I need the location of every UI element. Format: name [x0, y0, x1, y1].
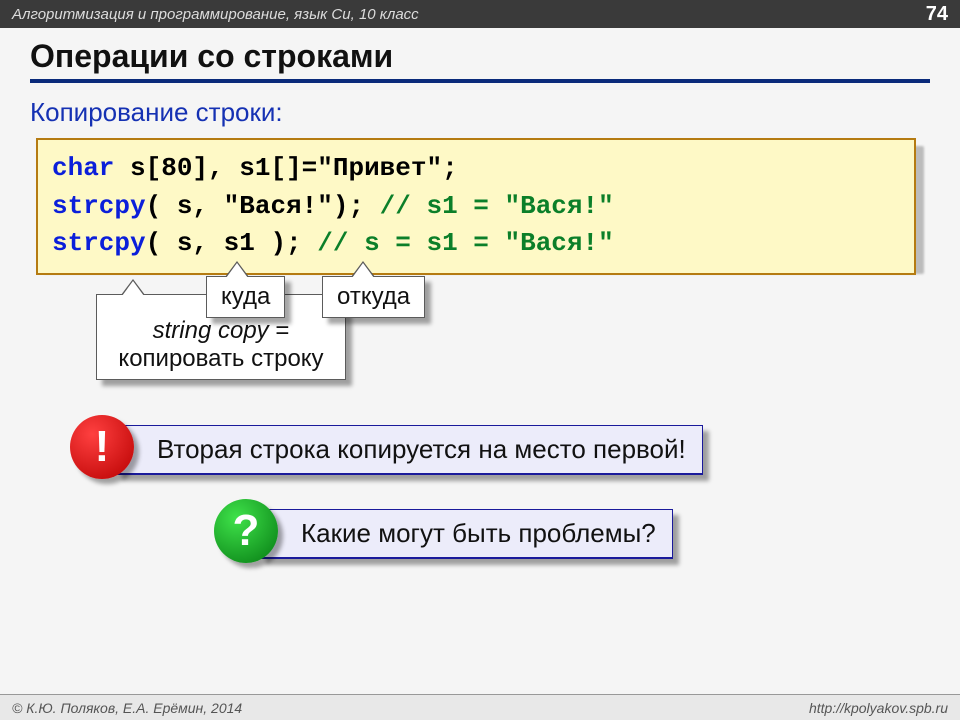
- note-important: ! Вторая строка копируется на место перв…: [76, 425, 930, 475]
- callout-text: откуда: [337, 283, 410, 310]
- slide-title: Операции со строками: [30, 38, 930, 83]
- code-text: s[80], s1[]="Привет";: [114, 153, 457, 183]
- comment: // s1 = "Вася!": [380, 191, 614, 221]
- keyword-char: char: [52, 153, 114, 183]
- footer-bar: © К.Ю. Поляков, Е.А. Ерёмин, 2014 http:/…: [0, 694, 960, 720]
- question-icon: ?: [214, 499, 278, 563]
- callout-dash: =: [269, 317, 290, 344]
- code-block: char s[80], s1[]="Привет"; strcpy( s, "В…: [36, 138, 930, 275]
- code-line-3: strcpy( s, s1 ); // s = s1 = "Вася!": [52, 225, 900, 263]
- code-line-2: strcpy( s, "Вася!"); // s1 = "Вася!": [52, 188, 900, 226]
- fn-strcpy: strcpy: [52, 191, 146, 221]
- copyright: © К.Ю. Поляков, Е.А. Ерёмин, 2014: [12, 700, 242, 716]
- callout-text-ital: string copy: [153, 317, 269, 344]
- footer-url: http://kpolyakov.spb.ru: [809, 700, 948, 716]
- code-box: char s[80], s1[]="Привет"; strcpy( s, "В…: [36, 138, 916, 275]
- note-text: Вторая строка копируется на место первой…: [116, 425, 703, 475]
- slide-content: Операции со строками Копирование строки:…: [0, 28, 960, 559]
- callout-otkuda: откуда: [322, 276, 425, 318]
- callout-text: куда: [221, 283, 270, 310]
- callout-text: копировать строку: [118, 345, 323, 372]
- course-title: Алгоритмизация и программирование, язык …: [12, 6, 419, 23]
- section-subhead: Копирование строки:: [30, 97, 930, 128]
- code-text: ( s, s1 );: [146, 228, 318, 258]
- top-bar: Алгоритмизация и программирование, язык …: [0, 0, 960, 28]
- note-question: ? Какие могут быть проблемы?: [220, 509, 930, 559]
- fn-strcpy: strcpy: [52, 228, 146, 258]
- page-number: 74: [926, 3, 948, 26]
- callout-kuda: куда: [206, 276, 285, 318]
- code-text: ( s, "Вася!");: [146, 191, 380, 221]
- note-text: Какие могут быть проблемы?: [260, 509, 673, 559]
- comment: // s = s1 = "Вася!": [317, 228, 613, 258]
- code-line-1: char s[80], s1[]="Привет";: [52, 150, 900, 188]
- bang-icon: !: [70, 415, 134, 479]
